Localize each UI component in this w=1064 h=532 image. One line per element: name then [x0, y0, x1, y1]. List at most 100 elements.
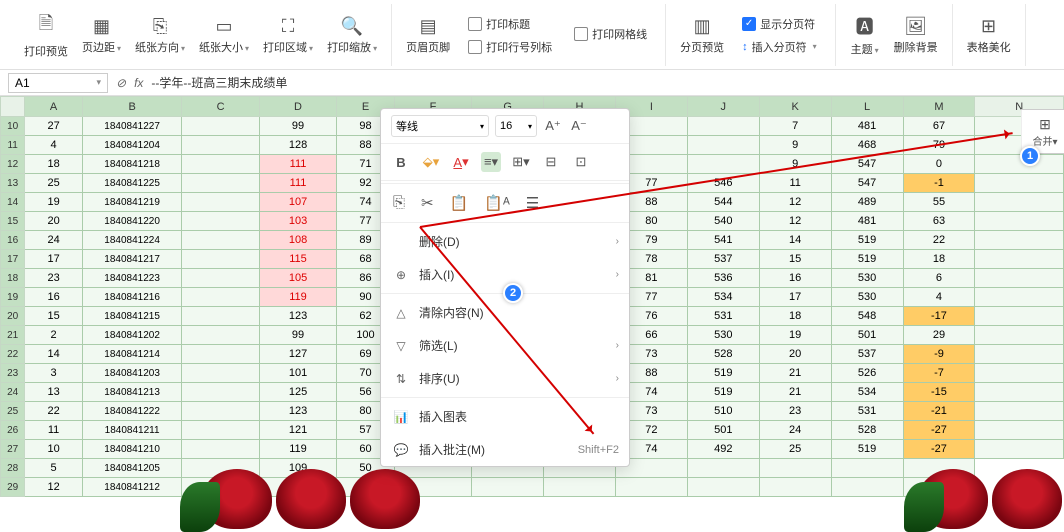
cell[interactable]: 530: [831, 288, 903, 307]
cell[interactable]: 12: [759, 212, 831, 231]
cell[interactable]: [975, 364, 1064, 383]
row-header[interactable]: 26: [1, 421, 25, 440]
row-header[interactable]: 25: [1, 402, 25, 421]
cell[interactable]: [687, 117, 759, 136]
menu-comment[interactable]: 💬插入批注(M)Shift+F2: [381, 433, 629, 466]
row-header[interactable]: 19: [1, 288, 25, 307]
cell[interactable]: 18: [903, 250, 975, 269]
cell[interactable]: -27: [903, 421, 975, 440]
cell[interactable]: [687, 155, 759, 174]
cell[interactable]: -17: [903, 307, 975, 326]
col-header[interactable]: B: [82, 97, 182, 117]
print-preview-btn[interactable]: 🗎打印预览: [18, 9, 74, 61]
row-header[interactable]: 22: [1, 345, 25, 364]
show-page-chk[interactable]: ✓显示分页符: [738, 14, 821, 34]
cell[interactable]: 127: [259, 345, 336, 364]
cell[interactable]: 1840841216: [82, 288, 182, 307]
cell[interactable]: 537: [831, 345, 903, 364]
cut-icon[interactable]: ✂: [421, 194, 434, 212]
cell[interactable]: 123: [259, 402, 336, 421]
cell[interactable]: 24: [759, 421, 831, 440]
cell[interactable]: 123: [259, 307, 336, 326]
paste-special-icon[interactable]: 📋ᴬ: [484, 194, 509, 212]
cell[interactable]: 101: [259, 364, 336, 383]
row-header[interactable]: 29: [1, 478, 25, 497]
row-header[interactable]: 24: [1, 383, 25, 402]
cell[interactable]: -1: [903, 174, 975, 193]
cell[interactable]: 1840841213: [82, 383, 182, 402]
cell[interactable]: 10: [25, 440, 83, 459]
row-header[interactable]: 11: [1, 136, 25, 155]
cell[interactable]: 18: [25, 155, 83, 174]
cell[interactable]: -27: [903, 440, 975, 459]
cell[interactable]: [975, 402, 1064, 421]
col-header[interactable]: M: [903, 97, 975, 117]
cell[interactable]: 20: [25, 212, 83, 231]
menu-clear[interactable]: △清除内容(N): [381, 296, 629, 329]
cell[interactable]: 528: [831, 421, 903, 440]
cell[interactable]: 1840841203: [82, 364, 182, 383]
cell[interactable]: 519: [831, 440, 903, 459]
col-header[interactable]: L: [831, 97, 903, 117]
cell[interactable]: 107: [259, 193, 336, 212]
cell[interactable]: 534: [831, 383, 903, 402]
font-inc-icon[interactable]: A⁺: [543, 116, 563, 136]
cell[interactable]: 19: [759, 326, 831, 345]
cell[interactable]: 1840841214: [82, 345, 182, 364]
cell[interactable]: 17: [759, 288, 831, 307]
cell[interactable]: 1840841223: [82, 269, 182, 288]
size-select[interactable]: 16▾: [495, 115, 537, 137]
row-header[interactable]: 28: [1, 459, 25, 478]
cell[interactable]: [759, 478, 831, 497]
cell[interactable]: [975, 193, 1064, 212]
cell[interactable]: 519: [687, 383, 759, 402]
cell[interactable]: 1840841225: [82, 174, 182, 193]
bold-icon[interactable]: B: [391, 152, 411, 172]
menu-sort[interactable]: ⇅排序(U)›: [381, 362, 629, 395]
cancel-icon[interactable]: ⊘: [116, 76, 126, 90]
header-footer-btn[interactable]: ▤页眉页脚: [400, 14, 456, 57]
cell[interactable]: 119: [259, 288, 336, 307]
cell[interactable]: 1840841211: [82, 421, 182, 440]
cell[interactable]: 1840841215: [82, 307, 182, 326]
print-zoom-btn[interactable]: 🔍打印缩放▾: [321, 14, 383, 57]
cell[interactable]: [182, 307, 259, 326]
cell[interactable]: 111: [259, 155, 336, 174]
cell[interactable]: 21: [759, 383, 831, 402]
cell[interactable]: [975, 174, 1064, 193]
cell[interactable]: 526: [831, 364, 903, 383]
paste-icon[interactable]: 📋: [450, 194, 469, 212]
cell[interactable]: 536: [687, 269, 759, 288]
row-header[interactable]: 20: [1, 307, 25, 326]
cell[interactable]: [182, 402, 259, 421]
cell[interactable]: 1840841217: [82, 250, 182, 269]
cell[interactable]: [544, 478, 616, 497]
cell[interactable]: 16: [759, 269, 831, 288]
cell[interactable]: 489: [831, 193, 903, 212]
row-header[interactable]: 21: [1, 326, 25, 345]
col-header[interactable]: K: [759, 97, 831, 117]
cell[interactable]: 24: [25, 231, 83, 250]
cell[interactable]: 121: [259, 421, 336, 440]
cell[interactable]: [182, 383, 259, 402]
cell[interactable]: 12: [759, 193, 831, 212]
cell[interactable]: 519: [831, 250, 903, 269]
cell[interactable]: [182, 117, 259, 136]
cell[interactable]: [975, 307, 1064, 326]
fill-color-icon[interactable]: ⬙▾: [421, 152, 441, 172]
cell[interactable]: [975, 326, 1064, 345]
font-select[interactable]: 等线▾: [391, 115, 489, 137]
cell[interactable]: 16: [25, 288, 83, 307]
cell[interactable]: [182, 364, 259, 383]
col-header[interactable]: D: [259, 97, 336, 117]
row-header[interactable]: 17: [1, 250, 25, 269]
cell[interactable]: 128: [259, 136, 336, 155]
cell[interactable]: [182, 155, 259, 174]
copy-icon[interactable]: ⎘: [393, 194, 405, 212]
cell[interactable]: -9: [903, 345, 975, 364]
cell[interactable]: -15: [903, 383, 975, 402]
cell[interactable]: [182, 231, 259, 250]
cell[interactable]: [182, 345, 259, 364]
cell[interactable]: 548: [831, 307, 903, 326]
cell[interactable]: 25: [25, 174, 83, 193]
